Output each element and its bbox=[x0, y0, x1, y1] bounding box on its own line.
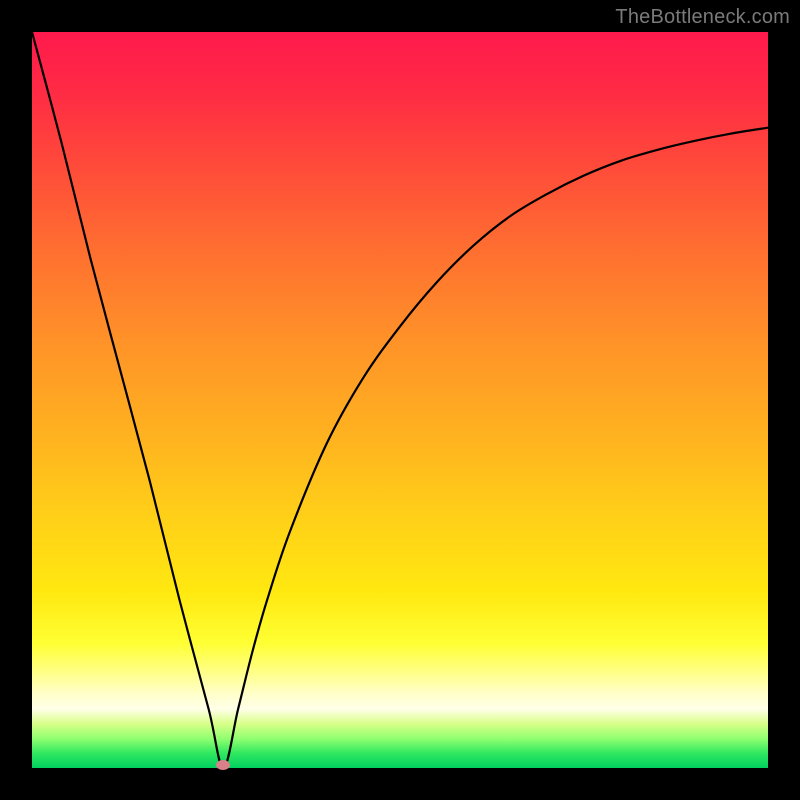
bottleneck-curve bbox=[32, 32, 768, 768]
chart-frame: TheBottleneck.com bbox=[0, 0, 800, 800]
watermark-text: TheBottleneck.com bbox=[615, 6, 790, 29]
plot-area bbox=[32, 32, 768, 768]
min-point-marker bbox=[216, 760, 230, 770]
